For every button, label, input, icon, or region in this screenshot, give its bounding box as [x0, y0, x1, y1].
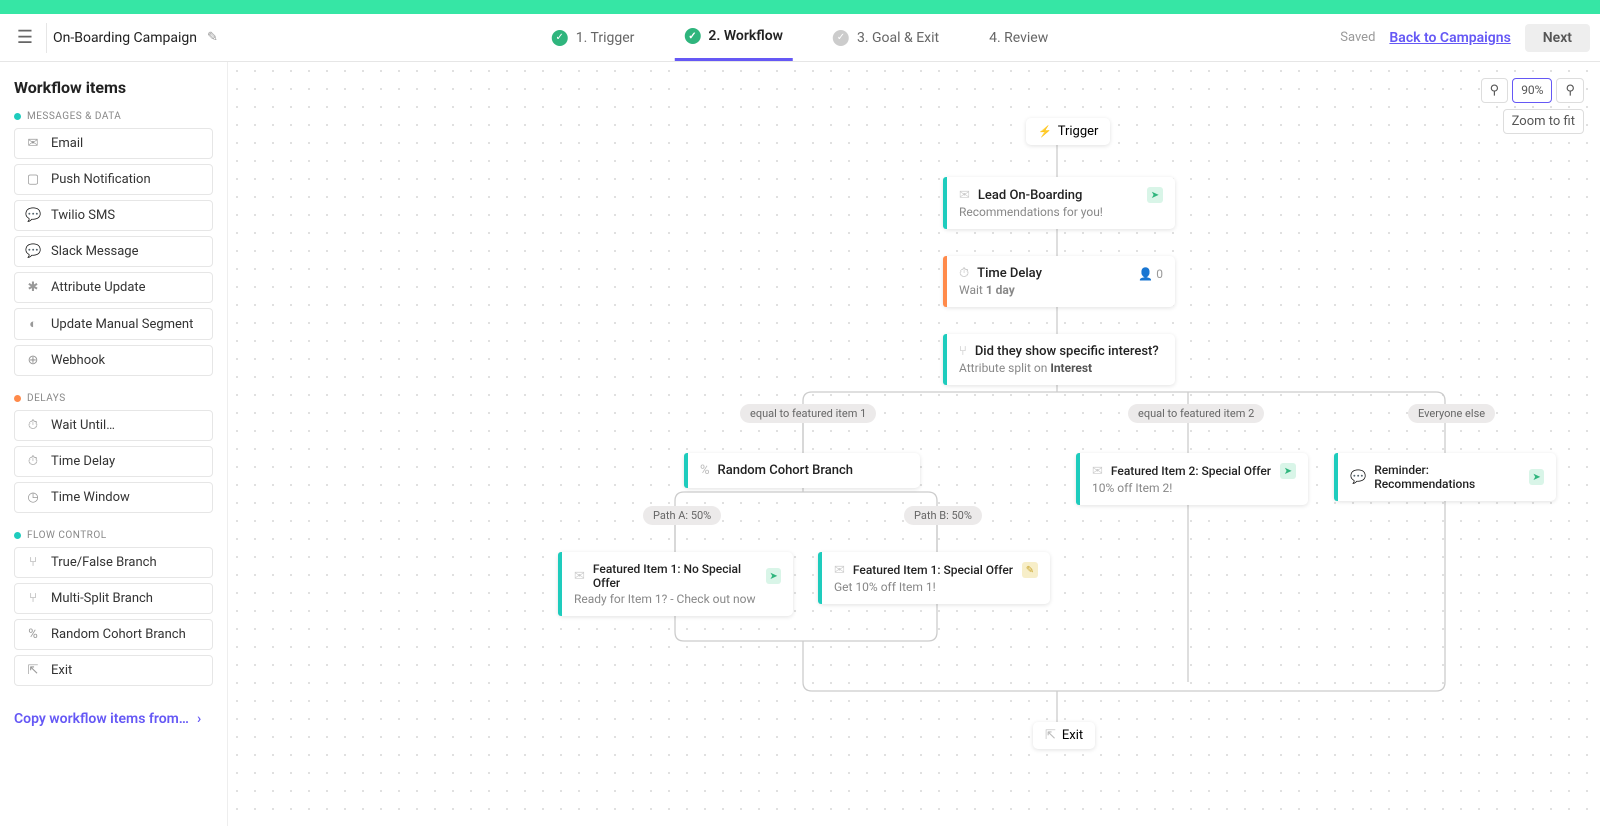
- step-goal[interactable]: ✓3. Goal & Exit: [823, 14, 949, 61]
- group-flow-label: FLOW CONTROL: [14, 530, 213, 541]
- envelope-icon: ✉: [959, 188, 970, 203]
- step-review[interactable]: 4. Review: [979, 14, 1058, 61]
- chevron-right-icon: ›: [197, 711, 201, 727]
- phone-icon: ▢: [25, 172, 41, 187]
- zoom-controls: ⚲ 90% ⚲ Zoom to fit: [1481, 78, 1584, 134]
- node-lead-onboarding[interactable]: ✉Lead On-Boarding➤ Recommendations for y…: [943, 177, 1175, 229]
- hamburger-icon[interactable]: ☰: [10, 27, 40, 48]
- brand-bar: [0, 0, 1600, 14]
- header-right: Saved Back to Campaigns Next: [1340, 24, 1590, 52]
- item-email[interactable]: ✉Email: [14, 128, 213, 159]
- node-item1-offer[interactable]: ✉Featured Item 1: Special Offer✎ Get 10%…: [818, 552, 1050, 604]
- node-reminder[interactable]: 💬Reminder: Recommendations➤: [1334, 453, 1556, 501]
- check-icon: ✓: [684, 28, 700, 44]
- zoom-fit-button[interactable]: Zoom to fit: [1503, 109, 1584, 134]
- percent-icon: %: [700, 463, 710, 478]
- branch-icon: ⑂: [25, 555, 41, 570]
- user-count: 👤0: [1138, 267, 1163, 281]
- item-wait-until[interactable]: ⏱Wait Until…: [14, 410, 213, 441]
- step-workflow[interactable]: ✓2. Workflow: [674, 14, 793, 61]
- item-segment[interactable]: ◐Update Manual Segment: [14, 308, 213, 340]
- bolt-icon: ⚡: [1038, 125, 1052, 138]
- zoom-out-button[interactable]: ⚲: [1481, 78, 1509, 103]
- chat-icon: 💬: [25, 208, 41, 223]
- draft-icon: ✎: [1022, 562, 1038, 578]
- campaign-title: On-Boarding Campaign: [53, 30, 207, 46]
- send-icon: ➤: [1147, 187, 1163, 203]
- envelope-icon: ✉: [25, 136, 41, 151]
- dot-icon: [14, 395, 21, 402]
- stopwatch-icon: ⏱: [25, 454, 41, 469]
- chat-icon: 💬: [25, 244, 41, 259]
- node-attribute-split[interactable]: ⑂Did they show specific interest? Attrib…: [943, 334, 1175, 385]
- item-time-window[interactable]: ◷Time Window: [14, 482, 213, 513]
- branch-label-2: equal to featured item 2: [1128, 404, 1264, 423]
- attribute-icon: ✱: [25, 280, 41, 295]
- item-attribute[interactable]: ✱Attribute Update: [14, 272, 213, 303]
- node-random-cohort[interactable]: %Random Cohort Branch: [684, 453, 920, 488]
- branch-path-a: Path A: 50%: [643, 506, 721, 525]
- step-trigger[interactable]: ✓1. Trigger: [542, 14, 645, 61]
- branch-icon: ⑂: [959, 344, 967, 359]
- item-tf-branch[interactable]: ⑂True/False Branch: [14, 547, 213, 578]
- exit-icon: ⇱: [1045, 728, 1056, 743]
- dot-icon: [14, 532, 21, 539]
- edit-icon[interactable]: ✎: [207, 30, 218, 45]
- chat-icon: 💬: [1350, 470, 1366, 485]
- check-icon: ✓: [552, 30, 568, 46]
- next-button[interactable]: Next: [1525, 24, 1590, 52]
- globe-icon: ⊕: [25, 353, 41, 368]
- stopwatch-icon: ⏱: [959, 266, 969, 281]
- zoom-value[interactable]: 90%: [1512, 78, 1552, 103]
- node-item1-no-offer[interactable]: ✉Featured Item 1: No Special Offer➤ Read…: [558, 552, 793, 616]
- item-slack[interactable]: 💬Slack Message: [14, 236, 213, 267]
- zoom-in-button[interactable]: ⚲: [1556, 78, 1584, 103]
- stepper: ✓1. Trigger ✓2. Workflow ✓3. Goal & Exit…: [542, 14, 1058, 61]
- exit-icon: ⇱: [25, 663, 41, 678]
- envelope-icon: ✉: [574, 569, 585, 584]
- group-delays-label: DELAYS: [14, 393, 213, 404]
- envelope-icon: ✉: [1092, 464, 1103, 479]
- send-icon: ➤: [1280, 463, 1296, 479]
- item-time-delay[interactable]: ⏱Time Delay: [14, 446, 213, 477]
- send-icon: ➤: [766, 568, 781, 584]
- sidebar-title: Workflow items: [14, 78, 213, 97]
- branch-label-3: Everyone else: [1408, 404, 1495, 423]
- send-icon: ➤: [1529, 469, 1544, 485]
- node-time-delay[interactable]: ⏱Time Delay👤0 Wait 1 day: [943, 256, 1175, 307]
- trigger-node[interactable]: ⚡ Trigger: [1026, 118, 1110, 145]
- connector-lines: [228, 62, 1600, 826]
- saved-label: Saved: [1340, 30, 1375, 45]
- workflow-canvas[interactable]: ⚲ 90% ⚲ Zoom to fit: [228, 62, 1600, 826]
- back-link[interactable]: Back to Campaigns: [1389, 30, 1510, 46]
- user-icon: 👤: [1138, 267, 1153, 281]
- idle-icon: ✓: [833, 30, 849, 46]
- node-exit[interactable]: ⇱ Exit: [1033, 722, 1095, 749]
- item-random-branch[interactable]: %Random Cohort Branch: [14, 619, 213, 650]
- sync-icon: ◐: [25, 316, 41, 332]
- group-messages-label: MESSAGES & DATA: [14, 111, 213, 122]
- clock-icon: ◷: [25, 490, 41, 505]
- branch-path-b: Path B: 50%: [904, 506, 982, 525]
- percent-icon: %: [25, 627, 41, 642]
- item-exit[interactable]: ⇱Exit: [14, 655, 213, 686]
- item-multi-branch[interactable]: ⑂Multi-Split Branch: [14, 583, 213, 614]
- envelope-icon: ✉: [834, 563, 845, 578]
- node-item2-offer[interactable]: ✉Featured Item 2: Special Offer➤ 10% off…: [1076, 453, 1308, 505]
- branch-label-1: equal to featured item 1: [740, 404, 876, 423]
- stopwatch-icon: ⏱: [25, 418, 41, 433]
- branch-icon: ⑂: [25, 591, 41, 606]
- item-push[interactable]: ▢Push Notification: [14, 164, 213, 195]
- sidebar: Workflow items MESSAGES & DATA ✉Email ▢P…: [0, 62, 228, 826]
- divider: [46, 23, 47, 53]
- copy-workflow-link[interactable]: Copy workflow items from…›: [14, 711, 213, 727]
- dot-icon: [14, 113, 21, 120]
- item-sms[interactable]: 💬Twilio SMS: [14, 200, 213, 231]
- item-webhook[interactable]: ⊕Webhook: [14, 345, 213, 376]
- header: ☰ On-Boarding Campaign ✎ ✓1. Trigger ✓2.…: [0, 14, 1600, 62]
